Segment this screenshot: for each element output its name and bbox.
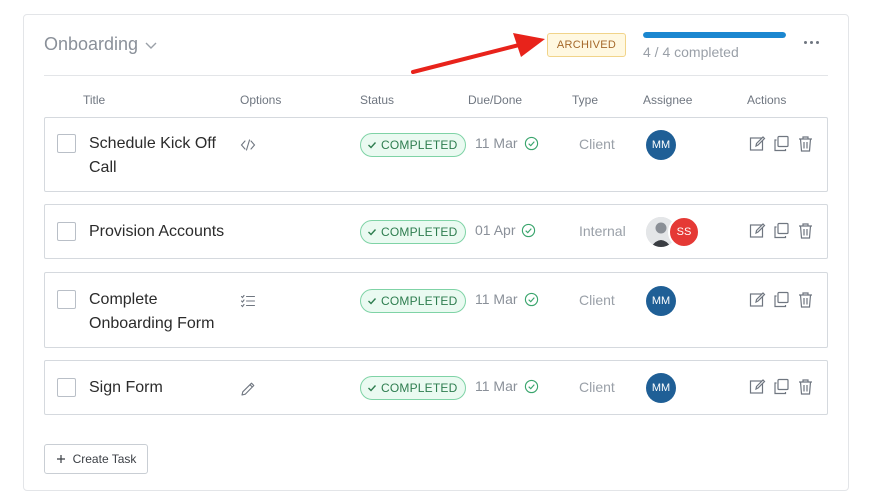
trash-icon[interactable] bbox=[797, 291, 814, 308]
check-circle-icon bbox=[524, 292, 538, 306]
task-row[interactable]: Complete Onboarding Form COMPLETED 11 Ma… bbox=[44, 272, 828, 348]
column-header-type: Type bbox=[572, 93, 599, 107]
duplicate-icon[interactable] bbox=[773, 222, 790, 239]
column-header-options: Options bbox=[240, 93, 282, 107]
more-options-icon[interactable] bbox=[800, 34, 822, 50]
trash-icon[interactable] bbox=[797, 222, 814, 239]
task-type: Client bbox=[579, 379, 615, 395]
chevron-down-icon bbox=[145, 42, 157, 49]
checklist-icon[interactable] bbox=[240, 293, 256, 309]
progress-bar bbox=[643, 32, 786, 38]
row-actions bbox=[749, 378, 814, 395]
code-icon[interactable] bbox=[240, 137, 256, 153]
column-header-due: Due/Done bbox=[468, 93, 523, 107]
column-header-actions: Actions bbox=[747, 93, 787, 107]
section-title: Onboarding bbox=[44, 34, 139, 54]
row-actions bbox=[749, 135, 814, 152]
due-date: 11 Mar bbox=[475, 291, 539, 307]
task-type: Internal bbox=[579, 223, 626, 239]
column-header-title: Title bbox=[83, 93, 106, 107]
column-header-assignee: Assignee bbox=[643, 93, 693, 107]
status-badge: COMPLETED bbox=[360, 133, 467, 157]
task-checkbox[interactable] bbox=[57, 134, 76, 153]
task-title[interactable]: Complete Onboarding Form bbox=[89, 288, 229, 336]
avatar[interactable]: MM bbox=[646, 130, 676, 160]
task-title[interactable]: Provision Accounts bbox=[89, 220, 289, 244]
plus-icon bbox=[56, 455, 65, 463]
archived-badge: ARCHIVED bbox=[547, 33, 626, 57]
edit-icon[interactable] bbox=[749, 222, 766, 239]
task-type: Client bbox=[579, 136, 615, 152]
due-date: 11 Mar bbox=[475, 378, 539, 394]
status-badge: COMPLETED bbox=[360, 376, 467, 400]
progress-text: 4 / 4 completed bbox=[643, 44, 739, 60]
avatar[interactable]: SS bbox=[668, 216, 700, 248]
edit-icon[interactable] bbox=[749, 378, 766, 395]
pencil-icon[interactable] bbox=[240, 381, 256, 397]
check-circle-icon bbox=[524, 379, 538, 393]
task-row[interactable]: Sign Form COMPLETED 11 Mar Client MM bbox=[44, 360, 828, 415]
duplicate-icon[interactable] bbox=[773, 135, 790, 152]
red-arrow-annotation bbox=[411, 33, 545, 74]
task-row[interactable]: Schedule Kick Off Call COMPLETED 11 Mar … bbox=[44, 117, 828, 192]
edit-icon[interactable] bbox=[749, 135, 766, 152]
task-type: Client bbox=[579, 292, 615, 308]
status-badge: COMPLETED bbox=[360, 289, 467, 313]
trash-icon[interactable] bbox=[797, 378, 814, 395]
row-actions bbox=[749, 222, 814, 239]
trash-icon[interactable] bbox=[797, 135, 814, 152]
due-date: 11 Mar bbox=[475, 135, 539, 151]
column-header-status: Status bbox=[360, 93, 395, 107]
section-title-dropdown[interactable]: Onboarding bbox=[44, 34, 158, 55]
check-circle-icon bbox=[522, 223, 536, 237]
task-checkbox[interactable] bbox=[57, 290, 76, 309]
header-divider bbox=[44, 75, 828, 76]
edit-icon[interactable] bbox=[749, 291, 766, 308]
task-row[interactable]: Provision Accounts COMPLETED 01 Apr Inte… bbox=[44, 204, 828, 259]
progress-bar-fill bbox=[643, 32, 786, 38]
avatar[interactable]: MM bbox=[646, 373, 676, 403]
due-date: 01 Apr bbox=[475, 222, 536, 238]
task-checkbox[interactable] bbox=[57, 378, 76, 397]
check-circle-icon bbox=[524, 136, 538, 150]
duplicate-icon[interactable] bbox=[773, 291, 790, 308]
avatar[interactable]: MM bbox=[646, 286, 676, 316]
task-title[interactable]: Schedule Kick Off Call bbox=[89, 132, 229, 180]
task-title[interactable]: Sign Form bbox=[89, 376, 229, 400]
duplicate-icon[interactable] bbox=[773, 378, 790, 395]
create-task-button[interactable]: Create Task bbox=[44, 444, 148, 474]
status-badge: COMPLETED bbox=[360, 220, 467, 244]
row-actions bbox=[749, 291, 814, 308]
task-checkbox[interactable] bbox=[57, 222, 76, 241]
